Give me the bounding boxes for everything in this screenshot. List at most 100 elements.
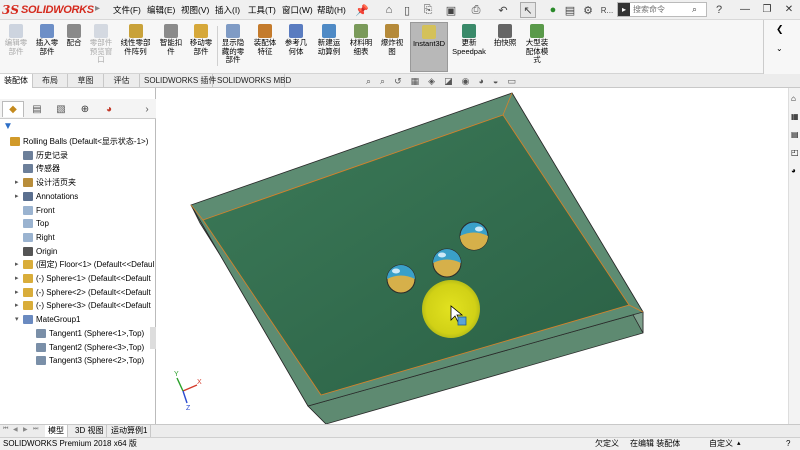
task-pane-explorer-icon[interactable]: ▤ bbox=[791, 130, 799, 139]
assembly-features-button[interactable]: 装配体 特征 bbox=[251, 22, 279, 72]
tree-item[interactable]: Right bbox=[0, 231, 156, 244]
menu-tools[interactable]: 工具(T) bbox=[248, 4, 276, 16]
sphere-2[interactable] bbox=[432, 248, 462, 278]
tree-item[interactable]: Tangent3 (Sphere<2>,Top) bbox=[0, 354, 156, 367]
home-icon[interactable]: ⌂ bbox=[381, 2, 397, 18]
tree-item[interactable]: Tangent2 (Sphere<3>,Top) bbox=[0, 341, 156, 354]
tab-model[interactable]: 模型 bbox=[45, 425, 68, 437]
tree-item[interactable]: Tangent1 (Sphere<1>,Top) bbox=[0, 327, 156, 340]
units-dropdown-icon[interactable]: ▴ bbox=[737, 438, 741, 450]
command-manager-flyout-icon[interactable]: ❮ bbox=[776, 24, 784, 35]
task-pane-appearances-icon[interactable]: ◕ bbox=[791, 166, 796, 175]
graphics-area[interactable]: X Y Z bbox=[157, 88, 800, 424]
menu-view[interactable]: 视图(V) bbox=[181, 4, 209, 16]
display-manager-tab-icon[interactable]: ◕ bbox=[98, 101, 120, 117]
menu-file[interactable]: 文件(F) bbox=[113, 4, 141, 16]
minimize-button[interactable]: — bbox=[737, 1, 753, 18]
property-manager-tab-icon[interactable]: ▤ bbox=[26, 101, 48, 117]
tree-expander-icon[interactable]: ▸ bbox=[15, 272, 23, 285]
print-icon[interactable]: ⎙ bbox=[468, 2, 484, 18]
new-motion-study-button[interactable]: 新建运 动算例 bbox=[314, 22, 344, 72]
task-pane-library-icon[interactable]: ▦ bbox=[791, 112, 799, 121]
instant3d-button[interactable]: Instant3D bbox=[410, 22, 448, 72]
tab-sketch[interactable]: 草图 bbox=[68, 74, 104, 88]
tree-item[interactable]: Top bbox=[0, 217, 156, 230]
menu-help[interactable]: 帮助(H) bbox=[317, 4, 346, 16]
tree-item[interactable]: ▸ (-) Sphere<1> (Default<<Default bbox=[0, 272, 156, 285]
apply-scene-icon[interactable]: ◒ bbox=[493, 76, 498, 88]
menu-edit[interactable]: 编辑(E) bbox=[147, 4, 175, 16]
tree-item[interactable]: 历史记录 bbox=[0, 149, 156, 162]
tab-solidworks-mbd[interactable]: SOLIDWORKS MBD bbox=[213, 74, 291, 88]
search-box[interactable]: ▸ ⌕ bbox=[617, 2, 707, 17]
tab-next-icon[interactable]: ▶ bbox=[23, 426, 31, 436]
bill-of-materials-button[interactable]: 材料明 细表 bbox=[347, 22, 375, 72]
task-pane-views-icon[interactable]: ◰ bbox=[791, 148, 799, 157]
tree-item[interactable]: ▸ (固定) Floor<1> (Default<<Defaul bbox=[0, 258, 156, 271]
help-dropdown-icon[interactable]: ? bbox=[711, 2, 727, 18]
new-document-icon[interactable]: ▯ bbox=[399, 2, 415, 18]
filter-icon[interactable]: ▼ bbox=[3, 121, 23, 133]
sphere-1[interactable] bbox=[386, 264, 416, 294]
tree-item[interactable]: 传感器 bbox=[0, 162, 156, 175]
tree-expander-icon[interactable]: ▸ bbox=[15, 299, 23, 312]
tree-expander-icon[interactable]: ▸ bbox=[15, 190, 23, 203]
take-snapshot-button[interactable]: 拍快照 bbox=[491, 22, 519, 72]
exploded-view-button[interactable]: 爆炸视 图 bbox=[378, 22, 406, 72]
dimxpert-tab-icon[interactable]: ⊕ bbox=[74, 101, 96, 117]
menu-insert[interactable]: 插入(I) bbox=[215, 4, 240, 16]
tree-item[interactable]: ▸ Annotations bbox=[0, 190, 156, 203]
file-properties-icon[interactable]: ▤ bbox=[562, 2, 578, 18]
zoom-to-area-icon[interactable]: ⌕ bbox=[380, 76, 385, 88]
tree-item[interactable]: Rolling Balls (Default<显示状态-1>) bbox=[0, 135, 156, 148]
quick-access-overflow[interactable]: R... bbox=[597, 2, 617, 18]
options-gear-icon[interactable]: ⚙ bbox=[580, 2, 596, 18]
configuration-manager-tab-icon[interactable]: ▧ bbox=[50, 101, 72, 117]
tree-item[interactable]: ▸ (-) Sphere<3> (Default<<Default bbox=[0, 299, 156, 312]
tree-item[interactable]: ▾ MateGroup1 bbox=[0, 313, 156, 326]
component-preview-button[interactable]: 零部件 预览窗 口 bbox=[86, 22, 116, 72]
view-orientation-icon[interactable]: ◈ bbox=[428, 76, 435, 88]
tree-expander-icon[interactable]: ▸ bbox=[15, 258, 23, 271]
update-speedpak-button[interactable]: 更新 Speedpak bbox=[451, 22, 487, 72]
show-hidden-components-button[interactable]: 显示隐 藏的零 部件 bbox=[219, 22, 247, 72]
command-manager-expand-icon[interactable]: ⌄ bbox=[776, 44, 783, 53]
open-document-icon[interactable]: ⎘ bbox=[420, 2, 436, 18]
search-input[interactable] bbox=[630, 3, 692, 16]
feature-manager-tab-icon[interactable]: ◆ bbox=[2, 101, 24, 117]
tab-first-icon[interactable]: ⏮ bbox=[3, 426, 11, 436]
tree-item[interactable]: ▸ (-) Sphere<2> (Default<<Default bbox=[0, 286, 156, 299]
menu-window[interactable]: 窗口(W) bbox=[282, 4, 313, 16]
smart-fastener-button[interactable]: 智能扣 件 bbox=[157, 22, 185, 72]
large-assembly-mode-button[interactable]: 大型装 配体模 式 bbox=[522, 22, 552, 72]
section-view-icon[interactable]: ▦ bbox=[411, 76, 420, 88]
undo-icon[interactable]: ↶ bbox=[495, 2, 511, 18]
status-help[interactable]: ? bbox=[786, 438, 790, 450]
tab-motion-study-1[interactable]: 运动算例1 bbox=[108, 425, 152, 437]
panel-expand-arrow-icon[interactable]: › bbox=[136, 101, 158, 117]
rebuild-icon[interactable]: ● bbox=[545, 2, 561, 18]
tree-item[interactable]: Origin bbox=[0, 245, 156, 258]
select-icon[interactable]: ↖ bbox=[520, 2, 536, 18]
tab-prev-icon[interactable]: ◀ bbox=[13, 426, 21, 436]
tree-expander-icon[interactable]: ▸ bbox=[15, 176, 23, 189]
tab-solidworks-addins[interactable]: SOLIDWORKS 插件 bbox=[140, 74, 216, 88]
search-icon[interactable]: ⌕ bbox=[692, 4, 697, 15]
close-button[interactable]: ✕ bbox=[781, 1, 797, 18]
display-style-icon[interactable]: ◪ bbox=[444, 76, 453, 88]
tree-item[interactable]: Front bbox=[0, 204, 156, 217]
move-component-button[interactable]: 移动零 部件 bbox=[186, 22, 216, 72]
mate-button[interactable]: 配合 bbox=[63, 22, 85, 72]
tab-evaluate[interactable]: 评估 bbox=[104, 74, 140, 88]
edit-appearance-icon[interactable]: ◕ bbox=[478, 76, 483, 88]
panel-scrollbar[interactable] bbox=[150, 327, 156, 349]
restore-button[interactable]: ❐ bbox=[759, 1, 775, 18]
tree-expander-icon[interactable]: ▾ bbox=[15, 313, 23, 326]
tab-3d-views[interactable]: 3D 视图 bbox=[72, 425, 108, 437]
solidworks-logo[interactable]: 3S SOLIDWORKS bbox=[2, 2, 94, 18]
tree-expander-icon[interactable]: ▸ bbox=[15, 286, 23, 299]
sphere-3[interactable] bbox=[459, 221, 489, 251]
reference-geometry-button[interactable]: 参考几 何体 bbox=[282, 22, 310, 72]
edit-component-button[interactable]: 编辑零 部件 bbox=[3, 22, 29, 72]
previous-view-icon[interactable]: ↺ bbox=[394, 76, 402, 88]
